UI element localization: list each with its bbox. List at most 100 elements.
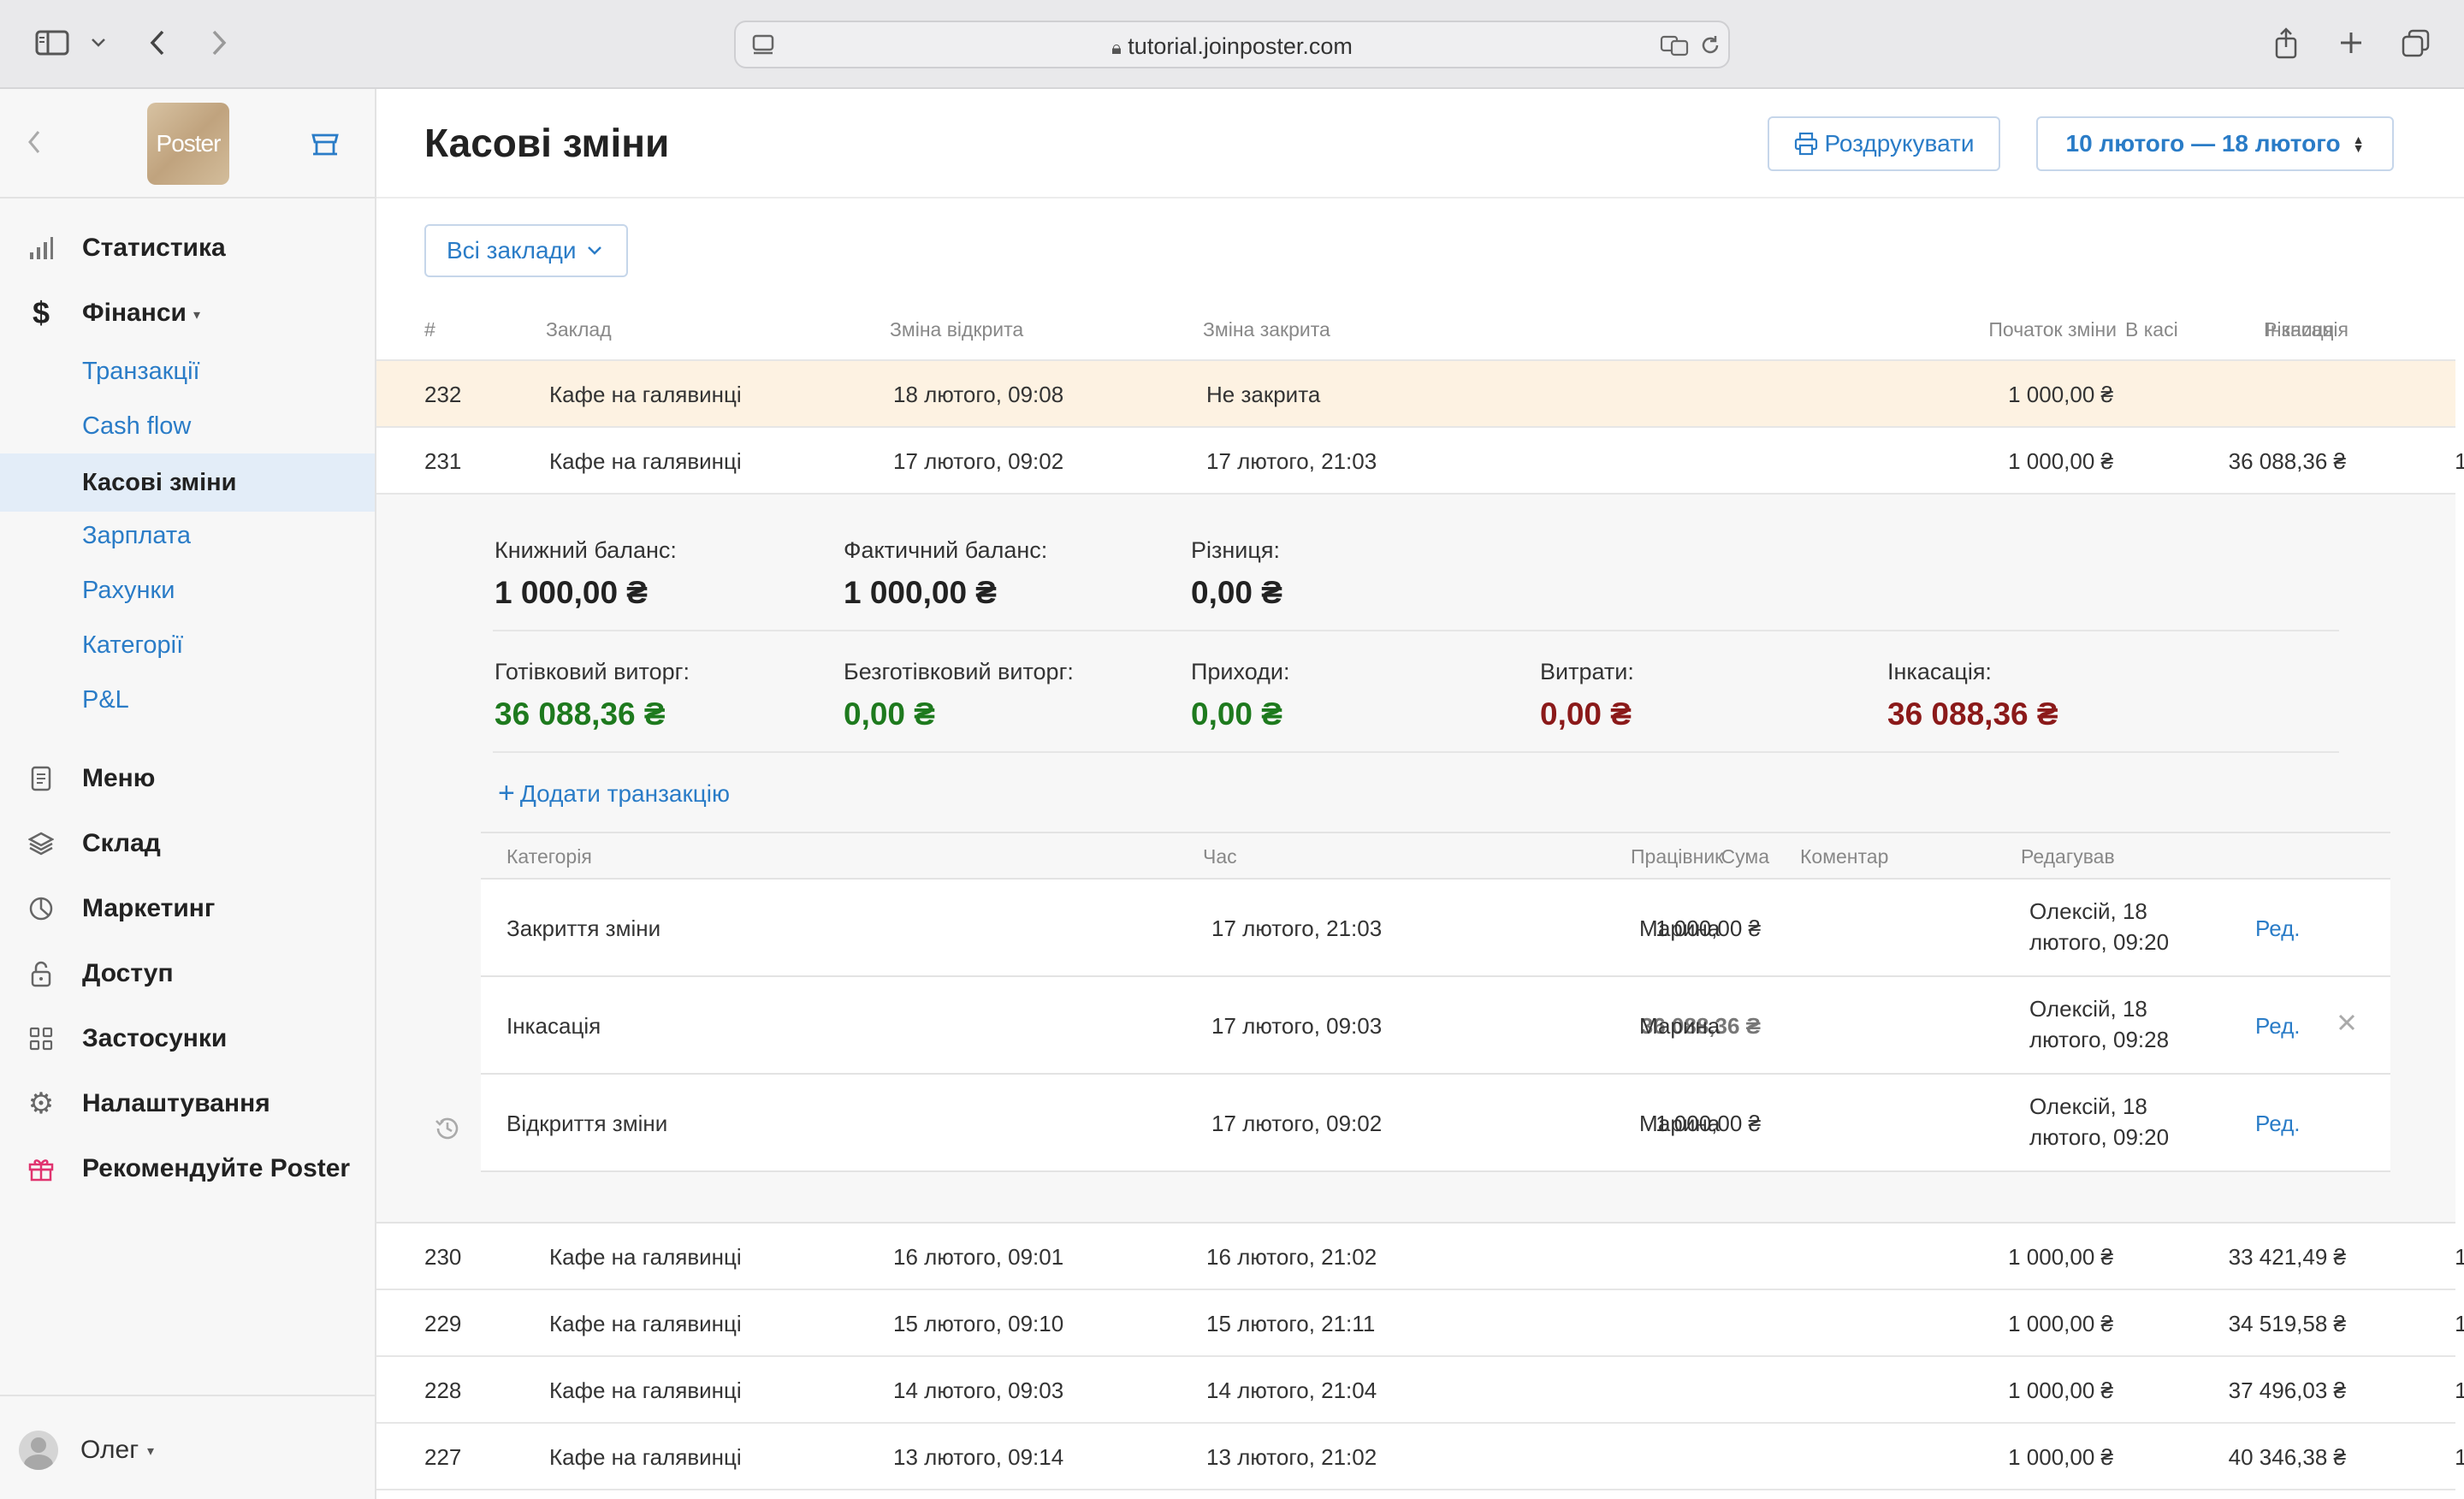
details-divider xyxy=(493,630,2339,631)
sidebar-divider xyxy=(0,1395,375,1396)
column-header: В касі xyxy=(2125,318,2178,341)
user-menu[interactable]: Олег ▾ xyxy=(19,1425,233,1477)
url-text: 🔒︎ tutorial.joinposter.com xyxy=(1111,33,1353,59)
date-range-picker[interactable]: 10 лютого — 18 лютого ▲ ▼ xyxy=(2036,116,2394,171)
shift-id: 232 xyxy=(424,382,462,407)
cash-revenue-value: 36 088,36 ₴ xyxy=(495,696,666,732)
transaction-time: 17 лютого, 21:03 xyxy=(1211,915,1383,941)
transaction-row[interactable]: Відкриття зміни 17 лютого, 09:02 1 000,0… xyxy=(481,1075,2390,1172)
start-cell: 1 000,00 ₴ xyxy=(2008,382,2113,407)
translate-icon[interactable] xyxy=(1658,31,1692,60)
sidebar-divider xyxy=(0,197,375,198)
sidebar-subitem-cash-shifts[interactable]: Касові зміни xyxy=(0,453,375,512)
sidebar-subitem-pnl[interactable]: P&L xyxy=(0,676,375,724)
in-cash-cell: 1 000,00 ₴ xyxy=(2455,1311,2464,1336)
sidebar-item-access[interactable]: Доступ xyxy=(0,948,375,999)
app-logo[interactable]: Poster xyxy=(147,103,229,185)
table-row[interactable]: 231 Кафе на галявинці 17 лютого, 09:02 1… xyxy=(376,428,2464,495)
forward-icon[interactable] xyxy=(202,26,236,60)
new-tab-icon[interactable] xyxy=(2334,26,2368,60)
opened-cell: 17 лютого, 09:02 xyxy=(893,448,1064,474)
table-row[interactable]: 227 Кафе на галявинці 13 лютого, 09:14 1… xyxy=(376,1424,2464,1490)
add-transaction-button[interactable]: + Додати транзакцію xyxy=(498,777,730,810)
venue-cell: Кафе на галявинці xyxy=(549,1244,742,1270)
sidebar-item-apps[interactable]: Застосунки xyxy=(0,1013,375,1064)
sidebar: Poster Статистика $ Фінанси ▾ Транзакції… xyxy=(0,89,376,1499)
venue-cell: Кафе на галявинці xyxy=(549,1378,742,1403)
sidebar-item-warehouse[interactable]: Склад xyxy=(0,818,375,869)
table-row[interactable]: 232 Кафе на галявинці 18 лютого, 09:08 Н… xyxy=(376,361,2455,428)
column-header: Редагував xyxy=(2021,845,2115,868)
transaction-time: 17 лютого, 09:02 xyxy=(1211,1111,1383,1136)
back-icon[interactable] xyxy=(140,26,175,60)
sidebar-toggle-icon[interactable] xyxy=(33,26,72,60)
lock-icon xyxy=(26,958,56,989)
opened-cell: 13 лютого, 09:14 xyxy=(893,1444,1064,1470)
table-row[interactable]: 230 Кафе на галявинці 16 лютого, 09:01 1… xyxy=(376,1223,2464,1290)
header-divider xyxy=(376,197,2464,198)
collapse-sidebar-icon[interactable] xyxy=(26,128,51,157)
reload-icon[interactable] xyxy=(1696,31,1725,60)
column-header: Коментар xyxy=(1800,845,1889,868)
main-content: Касові зміни Роздрукувати 10 лютого — 18… xyxy=(376,89,2464,1499)
closed-cell: Не закрита xyxy=(1206,382,1321,407)
print-button[interactable]: Роздрукувати xyxy=(1768,116,2000,171)
closed-cell: 13 лютого, 21:02 xyxy=(1206,1444,1377,1470)
transaction-edited-by: Олексій, 18 xyxy=(2029,996,2147,1022)
transaction-row[interactable]: Інкасація 17 лютого, 09:03 36 088,36 ₴ М… xyxy=(481,977,2390,1075)
layers-icon xyxy=(26,828,56,859)
transaction-edited-by: Олексій, 18 xyxy=(2029,898,2147,924)
page-title: Касові зміни xyxy=(424,121,670,165)
sidebar-subitem-transactions[interactable]: Транзакції xyxy=(0,347,375,395)
sidebar-subitem-salary[interactable]: Зарплата xyxy=(0,512,375,560)
store-icon[interactable] xyxy=(310,128,344,163)
sidebar-subitem-label: P&L xyxy=(82,686,129,714)
transaction-edited-date: лютого, 09:20 xyxy=(2029,929,2170,955)
address-bar[interactable]: 🔒︎ tutorial.joinposter.com xyxy=(734,21,1730,68)
chevron-down-icon xyxy=(587,246,601,255)
in-cash-cell: 1 000,00 ₴ xyxy=(2455,1444,2464,1470)
share-icon[interactable] xyxy=(2269,24,2303,62)
history-icon[interactable] xyxy=(433,1114,464,1145)
expenses-value: 0,00 ₴ xyxy=(1540,696,1632,732)
collection-value: 36 088,36 ₴ xyxy=(1887,696,2058,732)
gift-icon xyxy=(26,1153,56,1184)
chevron-down-icon: ▾ xyxy=(193,308,201,323)
transaction-time: 17 лютого, 09:03 xyxy=(1211,1013,1383,1039)
sidebar-item-statistics[interactable]: Статистика xyxy=(0,222,375,274)
in-cash-cell: 1 000,00 ₴ xyxy=(2455,448,2464,474)
details-divider xyxy=(493,751,2339,753)
sidebar-subitem-cash-flow[interactable]: Cash flow xyxy=(0,402,375,450)
sidebar-item-settings[interactable]: ⚙ Налаштування xyxy=(0,1078,375,1129)
column-header: Зміна відкрита xyxy=(890,318,1024,341)
sidebar-item-marketing[interactable]: Маркетинг xyxy=(0,883,375,934)
venues-filter[interactable]: Всі заклади xyxy=(424,224,628,277)
venue-cell: Кафе на галявинці xyxy=(549,448,742,474)
sidebar-item-label: Рекомендуйте Poster xyxy=(82,1154,351,1182)
sidebar-subitem-accounts[interactable]: Рахунки xyxy=(0,566,375,614)
edit-transaction-link[interactable]: Ред. xyxy=(2255,1013,2300,1040)
edit-transaction-link[interactable]: Ред. xyxy=(2255,915,2300,942)
table-row[interactable]: 228 Кафе на галявинці 14 лютого, 09:03 1… xyxy=(376,1357,2464,1424)
cashless-revenue-value: 0,00 ₴ xyxy=(844,696,935,732)
transaction-category: Закриття зміни xyxy=(506,915,661,941)
chevron-down-icon[interactable] xyxy=(86,29,111,56)
opened-cell: 16 лютого, 09:01 xyxy=(893,1244,1064,1270)
column-header: Працівник xyxy=(1631,845,1724,868)
column-header: Категорія xyxy=(506,845,592,868)
delete-icon[interactable] xyxy=(2336,1011,2361,1037)
dollar-icon: $ xyxy=(32,295,50,330)
sidebar-subitem-categories[interactable]: Категорії xyxy=(0,621,375,669)
opened-cell: 14 лютого, 09:03 xyxy=(893,1378,1064,1403)
edit-transaction-link[interactable]: Ред. xyxy=(2255,1111,2300,1137)
sidebar-item-recommend[interactable]: Рекомендуйте Poster xyxy=(0,1143,375,1194)
table-row[interactable]: 229 Кафе на галявинці 15 лютого, 09:10 1… xyxy=(376,1290,2464,1357)
sidebar-item-finance[interactable]: $ Фінанси ▾ xyxy=(0,287,375,339)
sidebar-item-menu[interactable]: Меню xyxy=(0,753,375,804)
closed-cell: 14 лютого, 21:04 xyxy=(1206,1378,1377,1403)
printer-icon xyxy=(1795,132,1818,156)
collection-label: Інкасація: xyxy=(1887,659,1992,684)
tabs-overview-icon[interactable] xyxy=(2397,26,2435,60)
venues-filter-label: Всі заклади xyxy=(447,237,577,264)
transaction-row[interactable]: Закриття зміни 17 лютого, 21:03 1 000,00… xyxy=(481,880,2390,977)
